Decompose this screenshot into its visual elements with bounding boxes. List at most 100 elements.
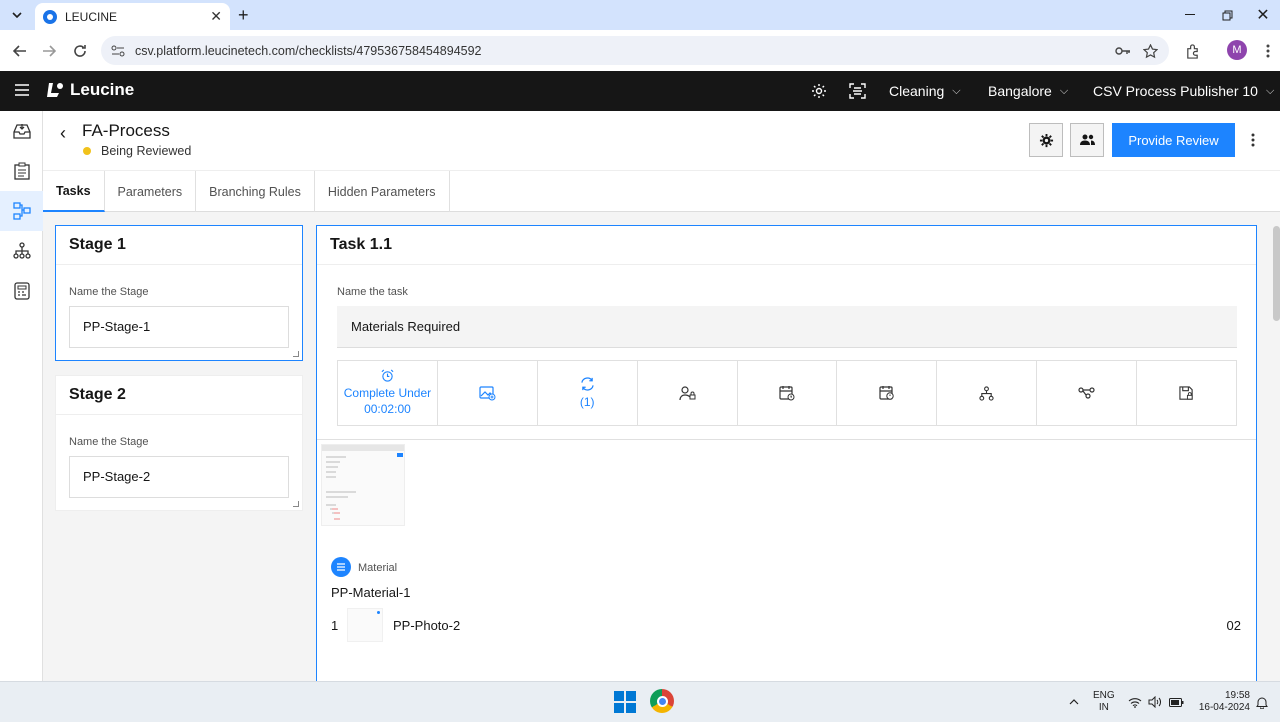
recurrence-action[interactable]: (1) — [538, 361, 638, 425]
tab-tasks[interactable]: Tasks — [43, 171, 105, 212]
more-options-icon[interactable] — [1242, 127, 1264, 153]
calendar-clock-icon — [779, 386, 795, 401]
tab-parameters[interactable]: Parameters — [105, 171, 197, 212]
browser-tab[interactable]: LEUCINE ✕ — [35, 3, 230, 30]
inbox-nav-icon[interactable] — [0, 111, 43, 151]
collaborators-button[interactable] — [1070, 123, 1104, 157]
location-dropdown-label: Bangalore — [988, 83, 1052, 99]
user-dropdown-label: CSV Process Publisher 10 — [1093, 83, 1258, 99]
stage-card[interactable]: Stage 1 Name the Stage PP-Stage-1 — [55, 225, 303, 361]
battery-icon[interactable] — [1168, 694, 1184, 710]
task-card: Task 1.1 Name the task Materials Require… — [316, 225, 1257, 681]
back-chevron-icon[interactable]: ‹ — [60, 123, 66, 144]
material-index: 1 — [331, 617, 339, 633]
stage-name-input[interactable]: PP-Stage-1 — [69, 306, 289, 348]
tab-search-chevron-icon[interactable] — [6, 5, 28, 25]
tab-branching-rules[interactable]: Branching Rules — [196, 171, 315, 212]
url-text: csv.platform.leucinetech.com/checklists/… — [135, 43, 482, 58]
save-lock-icon — [1179, 385, 1193, 400]
divider — [317, 439, 1256, 440]
timer-action[interactable]: Complete Under 00:02:00 — [338, 361, 438, 425]
new-tab-icon[interactable]: + — [238, 6, 249, 24]
stage-card[interactable]: Stage 2 Name the Stage PP-Stage-2 — [55, 375, 303, 511]
settings-gear-icon[interactable] — [809, 81, 829, 101]
lang-line1: ENG — [1093, 690, 1115, 701]
left-nav-rail — [0, 111, 43, 681]
leucine-logo-icon — [47, 83, 63, 97]
process-tabs: Tasks Parameters Branching Rules Hidden … — [43, 171, 1280, 212]
os-taskbar: ENG IN 19:58 16-04-2024 — [0, 681, 1280, 722]
back-arrow-icon[interactable] — [10, 41, 30, 61]
chrome-app-icon[interactable] — [650, 689, 674, 713]
close-tab-icon[interactable]: ✕ — [210, 8, 222, 25]
resize-handle-icon[interactable] — [293, 501, 299, 507]
stage-name-input[interactable]: PP-Stage-2 — [69, 456, 289, 498]
checklist-nav-icon[interactable] — [0, 151, 43, 191]
clock-date: 16-04-2024 — [1198, 702, 1250, 713]
profile-avatar[interactable]: M — [1227, 40, 1247, 60]
notification-bell-icon[interactable] — [1254, 694, 1270, 710]
chevron-up-icon[interactable] — [1066, 694, 1082, 710]
location-dropdown[interactable]: Bangalore ⌵ — [988, 83, 1068, 99]
windows-start-icon[interactable] — [614, 691, 636, 713]
assignee-action[interactable] — [638, 361, 738, 425]
image-add-icon — [479, 385, 496, 400]
browser-toolbar: csv.platform.leucinetech.com/checklists/… — [0, 30, 1280, 71]
media-thumbnail[interactable] — [321, 444, 405, 526]
process-settings-button[interactable] — [1029, 123, 1063, 157]
stage-title: Stage 1 — [56, 226, 302, 265]
site-info-icon[interactable] — [111, 45, 125, 57]
browser-tab-strip: LEUCINE ✕ + ✕ — [0, 0, 1280, 30]
status-dot-icon — [83, 147, 91, 155]
user-dropdown[interactable]: CSV Process Publisher 10 ⌵ — [1093, 83, 1274, 99]
provide-review-button[interactable]: Provide Review — [1112, 123, 1235, 157]
page-header: ‹ FA-Process Being Reviewed Provide Revi… — [43, 111, 1280, 171]
lang-line2: IN — [1098, 702, 1109, 713]
password-key-icon[interactable] — [1113, 41, 1133, 61]
resize-handle-icon[interactable] — [293, 351, 299, 357]
repeat-icon — [581, 376, 594, 391]
facility-dropdown-label: Cleaning — [889, 83, 945, 99]
restore-icon[interactable] — [1212, 6, 1242, 24]
task-name-input[interactable]: Materials Required — [337, 306, 1237, 348]
material-quantity: 02 — [1226, 617, 1241, 633]
reload-icon[interactable] — [70, 41, 90, 61]
address-bar[interactable]: csv.platform.leucinetech.com/checklists/… — [101, 36, 1169, 65]
material-photo-name: PP-Photo-2 — [393, 617, 461, 633]
stage-title: Stage 2 — [56, 376, 302, 415]
list-item: 1 PP-Photo-2 02 — [331, 606, 1241, 644]
status-indicator: Being Reviewed — [83, 144, 191, 158]
process-nav-icon[interactable] — [0, 191, 43, 231]
reports-nav-icon[interactable] — [0, 271, 43, 311]
minimize-icon[interactable] — [1175, 6, 1205, 24]
scrollbar-thumb[interactable] — [1273, 226, 1280, 321]
scan-icon[interactable] — [847, 81, 867, 101]
recurrence-count: (1) — [579, 394, 595, 409]
browser-menu-icon[interactable] — [1258, 41, 1278, 61]
branching-action[interactable] — [937, 361, 1038, 425]
tab-hidden-parameters[interactable]: Hidden Parameters — [315, 171, 450, 212]
chevron-down-icon: ⌵ — [1265, 84, 1275, 97]
facility-dropdown[interactable]: Cleaning ⌵ — [889, 83, 961, 99]
language-indicator[interactable]: ENG IN — [1093, 690, 1115, 714]
media-action[interactable] — [438, 361, 538, 425]
close-window-icon[interactable]: ✕ — [1248, 6, 1278, 24]
volume-icon[interactable] — [1147, 694, 1163, 710]
material-photo[interactable] — [347, 608, 383, 642]
browser-tab-title: LEUCINE — [65, 9, 118, 24]
stage-name-label: Name the Stage — [69, 436, 149, 448]
hamburger-menu-icon[interactable] — [14, 83, 30, 97]
bookmark-star-icon[interactable] — [1140, 41, 1160, 61]
material-icon — [331, 557, 351, 577]
wifi-icon[interactable] — [1127, 694, 1143, 710]
forward-arrow-icon[interactable] — [39, 41, 59, 61]
due-date-action[interactable] — [837, 361, 938, 425]
hierarchy-nav-icon[interactable] — [0, 231, 43, 271]
task-action-bar: Complete Under 00:02:00 (1) — [337, 360, 1237, 426]
extensions-icon[interactable] — [1182, 41, 1202, 61]
clock[interactable]: 19:58 16-04-2024 — [1196, 690, 1250, 714]
brand-logo[interactable]: Leucine — [46, 80, 134, 100]
save-template-action[interactable] — [1137, 361, 1236, 425]
schedule-action[interactable] — [738, 361, 838, 425]
workflow-action[interactable] — [1037, 361, 1138, 425]
